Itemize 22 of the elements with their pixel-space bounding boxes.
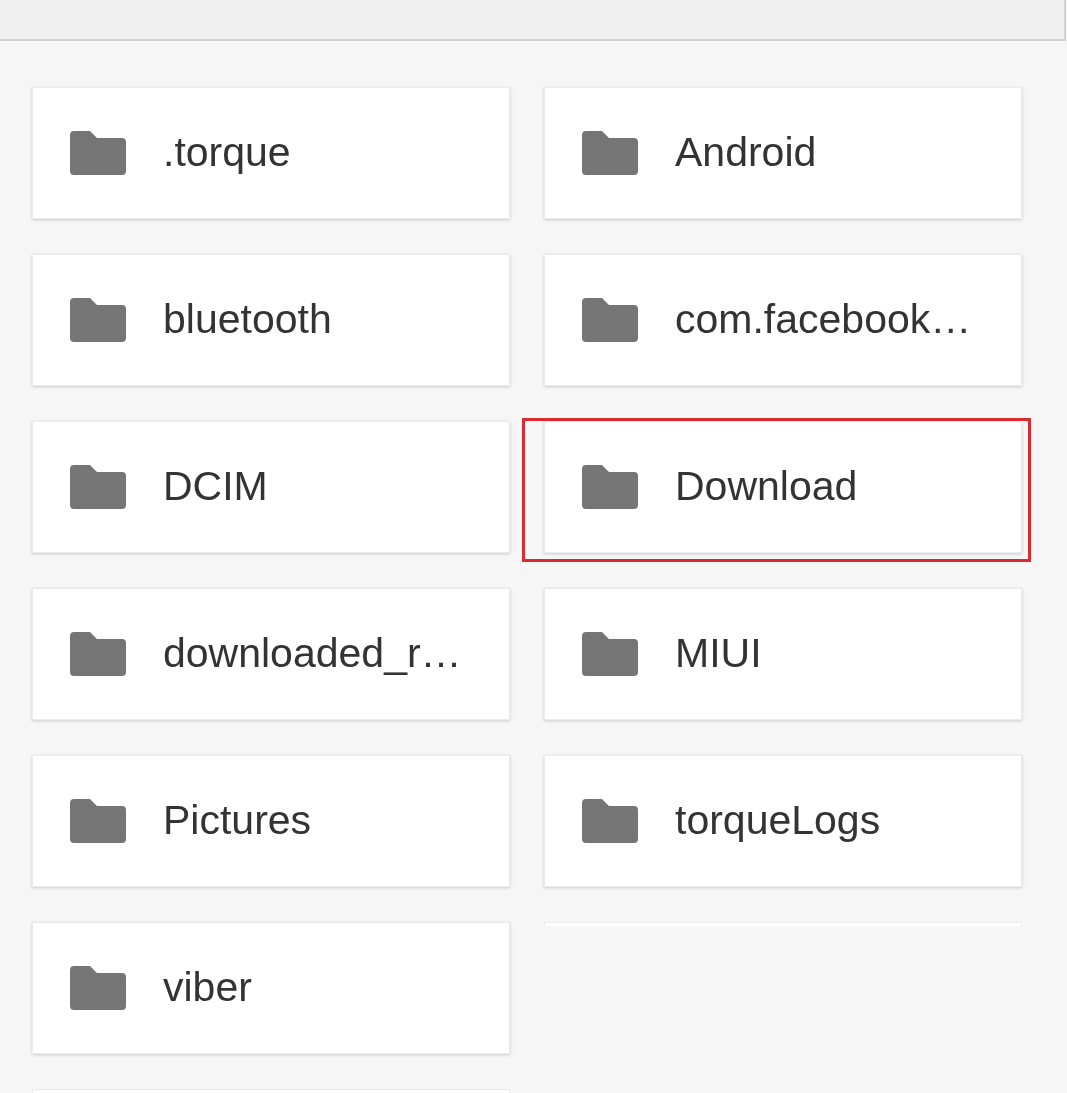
folder-item[interactable]: .torque: [32, 87, 510, 219]
folder-icon: [70, 799, 126, 843]
folder-item[interactable]: viber: [32, 922, 510, 1054]
folder-icon: [582, 632, 638, 676]
folder-item[interactable]: DCIM: [32, 421, 510, 553]
folder-icon: [582, 131, 638, 175]
folder-item[interactable]: torqueLogs: [544, 755, 1022, 887]
folder-icon: [582, 298, 638, 342]
folder-item[interactable]: com.facebook…: [544, 254, 1022, 386]
folder-icon: [70, 966, 126, 1010]
folder-icon: [70, 131, 126, 175]
folder-item[interactable]: bluetooth: [32, 254, 510, 386]
folder-item[interactable]: MIUI: [544, 588, 1022, 720]
folder-item[interactable]: Pictures: [32, 755, 510, 887]
folder-icon: [70, 298, 126, 342]
folder-icon: [70, 465, 126, 509]
folder-icon: [582, 799, 638, 843]
folder-icon: [70, 632, 126, 676]
folder-item[interactable]: Download: [544, 421, 1022, 553]
folder-item[interactable]: downloaded_r…: [32, 588, 510, 720]
folder-icon: [582, 465, 638, 509]
folder-item[interactable]: Android: [544, 87, 1022, 219]
